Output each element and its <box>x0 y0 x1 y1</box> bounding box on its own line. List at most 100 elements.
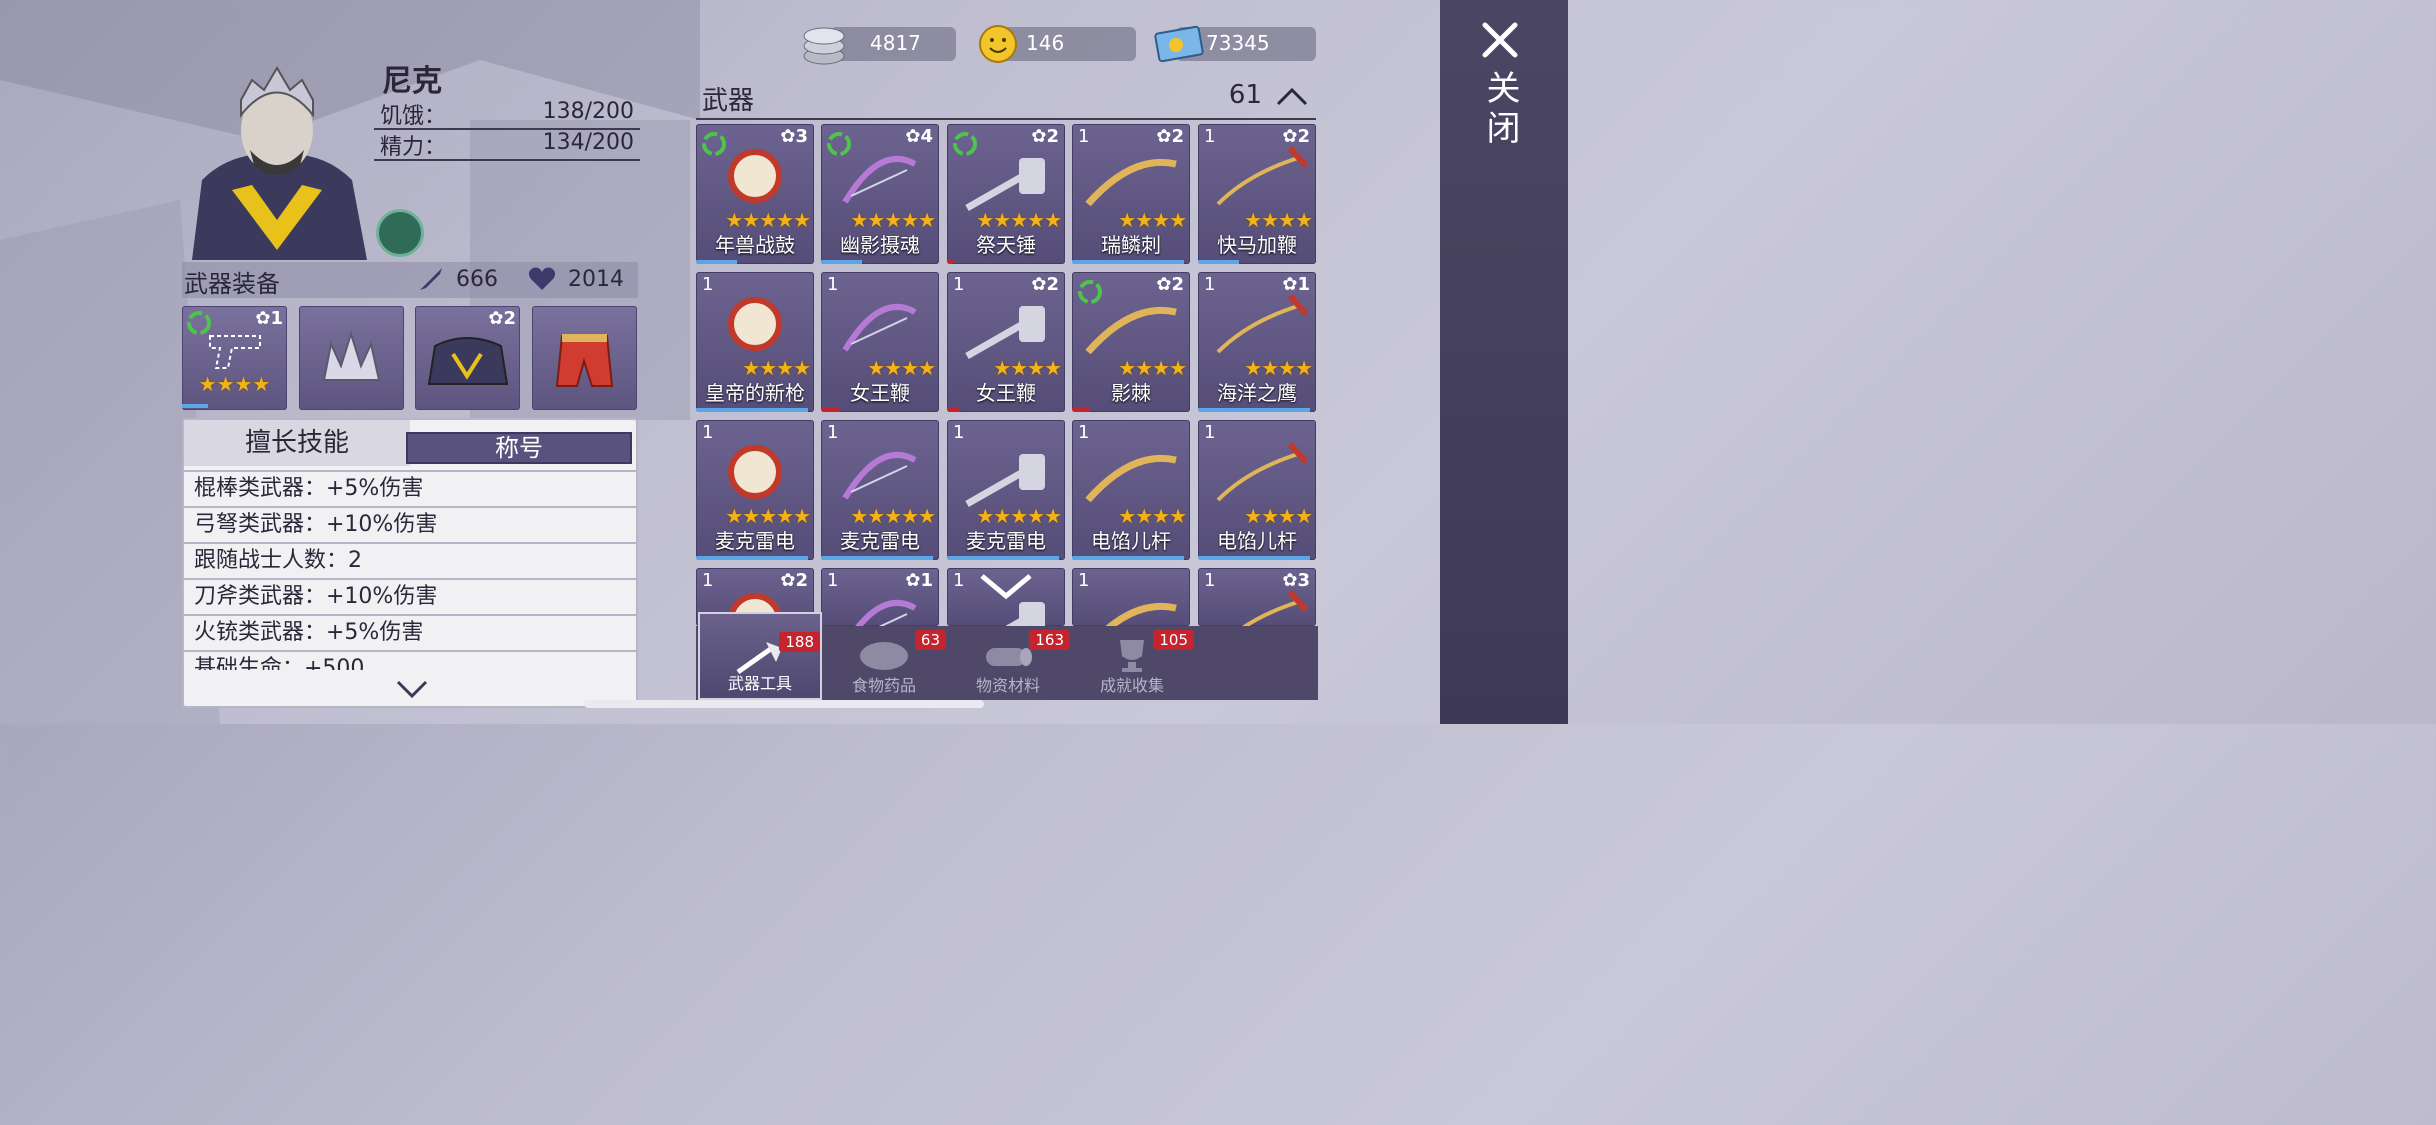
recycle-icon <box>187 311 211 335</box>
attack-value: 666 <box>456 266 498 292</box>
weapon-card[interactable]: 1 ✿1 <box>821 568 939 626</box>
tab-food-medicine[interactable]: 63 食物药品 <box>822 626 946 700</box>
weapon-name: 麦克雷电 <box>715 529 795 553</box>
weapon-card[interactable]: 1 ✿1 ★★★★ 海洋之鹰 <box>1198 272 1316 412</box>
character-name: 尼克 <box>382 64 442 99</box>
gear-level-badge: ✿2 <box>1156 274 1184 295</box>
chevron-down-icon[interactable] <box>394 678 430 702</box>
weapon-name: 快马加鞭 <box>1217 233 1297 257</box>
weapon-name: 年兽战鼓 <box>715 233 795 257</box>
tab-count: 188 <box>779 632 820 652</box>
energy-label: 精力： <box>380 135 447 160</box>
recycle-icon <box>1078 280 1102 304</box>
weapon-card[interactable]: ✿4 ★★★★★ 幽影摄魂 <box>821 124 939 264</box>
status-badge[interactable] <box>376 209 424 257</box>
weapon-name: 皇帝的新枪 <box>705 381 805 405</box>
category-tab-bar: 188 武器工具 63 食物药品 163 物资材料 105 成就收集 <box>696 612 1318 700</box>
durability-bar <box>821 556 933 560</box>
hunger-value: 138/200 <box>542 99 634 124</box>
home-indicator[interactable] <box>584 700 984 708</box>
weapon-card[interactable]: 1 ★★★★ 电馅儿杆 <box>1072 420 1190 560</box>
chevron-down-icon[interactable] <box>978 572 1034 602</box>
skill-row: 弓弩类武器：+10%伤害 <box>184 506 636 540</box>
gear-level-badge: ✿2 <box>1031 126 1059 147</box>
quantity-badge: 1 <box>953 274 965 295</box>
weapon-card[interactable]: 1 ★★★★★ 麦克雷电 <box>947 420 1065 560</box>
tab-materials[interactable]: 163 物资材料 <box>946 626 1070 700</box>
equip-slot-legs[interactable] <box>532 306 637 410</box>
weapon-name: 影棘 <box>1111 381 1151 405</box>
durability-bar <box>947 260 953 264</box>
gold-amount: 146 <box>1026 31 1065 55</box>
weapon-card[interactable]: ✿2 ★★★★ 影棘 <box>1072 272 1190 412</box>
durability-bar <box>1198 408 1310 412</box>
chevron-up-icon[interactable] <box>1274 80 1310 110</box>
gear-level-badge: ✿3 <box>780 126 808 147</box>
weapon-card[interactable]: 1 ✿2 ★★★★ 快马加鞭 <box>1198 124 1316 264</box>
gear-badge: ✿2 <box>488 308 516 329</box>
durability-bar <box>1072 408 1090 412</box>
gold-coin-icon <box>979 25 1017 63</box>
recycle-icon <box>827 132 851 156</box>
equipment-title: 武器装备 <box>184 270 280 298</box>
weapon-name: 海洋之鹰 <box>1217 381 1297 405</box>
equip-slot-weapon[interactable]: ✿1 ★★★★ <box>182 306 287 410</box>
durability-bar <box>821 260 862 264</box>
weapon-name: 麦克雷电 <box>966 529 1046 553</box>
weapons-header: 武器 61 <box>696 80 1316 120</box>
weapon-card[interactable]: 1 ✿3 <box>1198 568 1316 626</box>
tab-weapons-tools[interactable]: 188 武器工具 <box>698 612 822 700</box>
quantity-badge: 1 <box>1078 570 1090 591</box>
weapon-card[interactable]: 1 ✿2 ★★★★ 瑞鳞刺 <box>1072 124 1190 264</box>
tab-achievements[interactable]: 105 成就收集 <box>1070 626 1194 700</box>
weapon-card[interactable]: ✿3 ★★★★★ 年兽战鼓 <box>696 124 814 264</box>
quantity-badge: 1 <box>1078 422 1090 443</box>
durability-bar <box>696 260 737 264</box>
silver-amount: 4817 <box>870 31 921 55</box>
weapon-card[interactable]: 1 <box>1072 568 1190 626</box>
weapon-card[interactable]: 1 ★★★★ 皇帝的新枪 <box>696 272 814 412</box>
hunger-row: 饥饿： 138/200 <box>374 98 640 130</box>
skill-row: 跟随战士人数：2 <box>184 542 636 576</box>
quantity-badge: 1 <box>1204 126 1216 147</box>
equip-slot-head[interactable] <box>299 306 404 410</box>
close-icon <box>1482 22 1518 58</box>
quantity-badge: 1 <box>1204 422 1216 443</box>
tab-label: 食物药品 <box>851 676 916 695</box>
weapon-card[interactable]: ✿2 ★★★★★ 祭天锤 <box>947 124 1065 264</box>
quantity-badge: 1 <box>827 570 839 591</box>
equip-slot-body[interactable]: ✿2 <box>415 306 520 410</box>
weapon-card[interactable]: 1 ★★★★★ 麦克雷电 <box>696 420 814 560</box>
durability-bar <box>696 556 808 560</box>
equipment-header: 武器装备 666 2014 <box>182 262 638 298</box>
durability-bar <box>821 408 839 412</box>
gear-level-badge: ✿2 <box>1156 126 1184 147</box>
meat-icon <box>860 642 908 670</box>
close-button[interactable]: 关闭 <box>1460 20 1540 150</box>
gear-level-badge: ✿4 <box>905 126 933 147</box>
weapon-card[interactable]: 1 ✿2 ★★★★ 女王鞭 <box>947 272 1065 412</box>
weapon-image <box>1105 602 1177 626</box>
skills-panel: 擅长技能 称号 棍棒类武器：+5%伤害 弓弩类武器：+10%伤害 跟随战士人数：… <box>182 418 638 708</box>
heart-icon <box>528 267 556 290</box>
weapons-count: 61 <box>1228 80 1262 110</box>
weapon-card[interactable]: 1 ★★★★ 女王鞭 <box>821 272 939 412</box>
weapon-name: 女王鞭 <box>850 381 910 405</box>
weapon-card[interactable]: 1 ★★★★★ 麦克雷电 <box>821 420 939 560</box>
quantity-badge: 1 <box>702 422 714 443</box>
silver-coin-icon <box>803 27 845 65</box>
gear-level-badge: ✿3 <box>1282 570 1310 591</box>
skill-row: 棍棒类武器：+5%伤害 <box>184 470 636 504</box>
character-portrait <box>192 66 367 260</box>
durability-bar <box>1072 556 1184 560</box>
weapons-title: 武器 <box>702 86 755 116</box>
star-rating: ★★★★ <box>198 372 271 396</box>
tab-skills[interactable]: 擅长技能 <box>184 420 410 466</box>
quantity-badge: 1 <box>827 274 839 295</box>
weapon-name: 麦克雷电 <box>840 529 920 553</box>
weapon-card[interactable]: 1 ★★★★ 电馅儿杆 <box>1198 420 1316 560</box>
skill-row: 基础生命：+500 <box>184 650 636 670</box>
tab-titles[interactable]: 称号 <box>406 432 632 464</box>
skill-row: 火铳类武器：+5%伤害 <box>184 614 636 648</box>
durability-bar <box>696 408 808 412</box>
